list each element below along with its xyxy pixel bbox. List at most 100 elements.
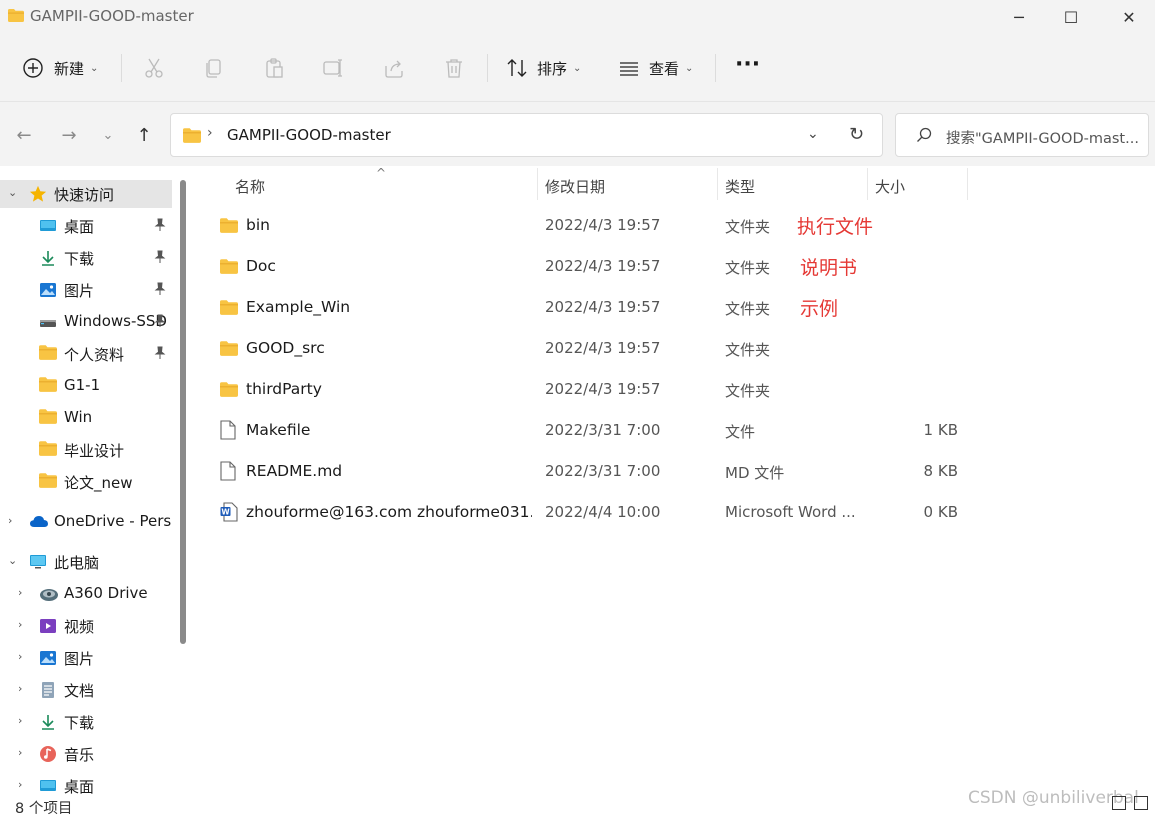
sidebar-item-label: A360 Drive xyxy=(64,584,148,602)
file-size: 1 KB xyxy=(923,421,958,439)
rename-icon xyxy=(323,59,342,77)
file-modified-date: 2022/4/3 19:57 xyxy=(545,339,661,357)
scissors-icon xyxy=(145,58,163,78)
recent-locations-button[interactable]: ⌄ xyxy=(95,122,121,148)
chevron-right-icon[interactable]: › xyxy=(18,714,30,727)
address-bar[interactable]: › GAMPII-GOOD-master ⌄ ↻ xyxy=(170,113,883,157)
file-row[interactable]: GOOD_src 2022/4/3 19:57 文件夹 xyxy=(214,331,1144,367)
chevron-right-icon[interactable]: › xyxy=(18,650,30,663)
column-header-size[interactable]: 大小 xyxy=(875,176,905,197)
folder-icon xyxy=(220,259,238,278)
minimize-button[interactable]: ─ xyxy=(994,0,1044,34)
sidebar-item[interactable]: › OneDrive - Personal xyxy=(0,508,172,536)
sidebar-item[interactable]: 个人资料 xyxy=(0,340,172,368)
cut-button[interactable] xyxy=(143,52,165,84)
sidebar-item[interactable]: › 视频 xyxy=(0,612,172,640)
refresh-icon[interactable]: ↻ xyxy=(849,124,864,145)
more-options-button[interactable]: ··· xyxy=(735,48,760,80)
sidebar-item[interactable]: 桌面 xyxy=(0,212,172,240)
file-row[interactable]: Wzhouforme@163.com zhouforme031... 2022/4… xyxy=(214,495,1144,531)
close-button[interactable]: ✕ xyxy=(1104,0,1154,34)
trash-icon xyxy=(446,59,462,78)
breadcrumb-current[interactable]: GAMPII-GOOD-master xyxy=(227,126,391,144)
file-modified-date: 2022/4/3 19:57 xyxy=(545,380,661,398)
chevron-right-icon[interactable]: › xyxy=(18,682,30,695)
folder-icon xyxy=(220,300,238,319)
folder-icon xyxy=(39,409,57,427)
tiles-view-icon[interactable] xyxy=(1134,796,1148,810)
chevron-right-icon[interactable]: › xyxy=(8,514,20,527)
column-header-type[interactable]: 类型 xyxy=(725,176,755,197)
sidebar-item[interactable]: 论文_new xyxy=(0,468,172,496)
sidebar-item-label: Win xyxy=(64,408,93,426)
arrow-left-icon: ← xyxy=(16,124,32,146)
sidebar-item[interactable]: 毕业设计 xyxy=(0,436,172,464)
file-name: zhouforme@163.com zhouforme031... xyxy=(246,503,532,521)
sidebar-item-label: Windows-SSD xyxy=(64,312,167,330)
up-button[interactable]: ↑ xyxy=(131,122,157,148)
column-header-modified[interactable]: 修改日期 xyxy=(545,176,605,197)
view-button[interactable]: 查看 ⌄ xyxy=(618,52,693,84)
pictures-icon xyxy=(39,649,57,667)
folder-icon xyxy=(183,128,201,143)
sidebar-item[interactable]: › 音乐 xyxy=(0,740,172,768)
column-divider[interactable] xyxy=(717,168,718,200)
file-row[interactable]: README.md 2022/3/31 7:00 MD 文件 8 KB xyxy=(214,454,1144,490)
copy-button[interactable] xyxy=(203,52,225,84)
sidebar-item[interactable]: Win xyxy=(0,404,172,432)
file-row[interactable]: Makefile 2022/3/31 7:00 文件 1 KB xyxy=(214,413,1144,449)
search-box[interactable]: 搜索"GAMPII-GOOD-mast... xyxy=(895,113,1149,157)
sidebar-item[interactable]: G1-1 xyxy=(0,372,172,400)
file-name: README.md xyxy=(246,462,343,480)
item-count: 8 个项目 xyxy=(15,801,73,817)
sidebar-item[interactable]: › 图片 xyxy=(0,644,172,672)
folder-icon xyxy=(39,473,57,491)
folder-icon xyxy=(39,345,57,363)
sidebar-item[interactable]: › A360 Drive xyxy=(0,580,172,608)
breadcrumb-chevron-icon[interactable]: › xyxy=(207,125,213,141)
chevron-right-icon[interactable]: › xyxy=(18,778,30,791)
view-lines-icon xyxy=(620,62,638,76)
file-row[interactable]: thirdParty 2022/4/3 19:57 文件夹 xyxy=(214,372,1144,408)
sidebar-item[interactable]: 下载 xyxy=(0,244,172,272)
chevron-down-icon[interactable]: ⌄ xyxy=(8,186,20,199)
chevron-right-icon[interactable]: › xyxy=(18,586,30,599)
chevron-down-icon: ⌄ xyxy=(102,127,114,143)
sidebar-item[interactable]: › 桌面 xyxy=(0,772,172,796)
column-divider[interactable] xyxy=(967,168,968,200)
file-row[interactable]: Example_Win 2022/4/3 19:57 文件夹 示例 xyxy=(214,290,1144,326)
column-header-name[interactable]: 名称 xyxy=(235,176,265,197)
paste-button[interactable] xyxy=(263,52,285,84)
file-row[interactable]: bin 2022/4/3 19:57 文件夹 执行文件 xyxy=(214,208,1144,244)
sort-button[interactable]: 排序 ⌄ xyxy=(506,52,581,84)
file-row[interactable]: Doc 2022/4/3 19:57 文件夹 说明书 xyxy=(214,249,1144,285)
address-dropdown-icon[interactable]: ⌄ xyxy=(807,126,819,142)
pin-icon xyxy=(154,346,166,363)
chevron-right-icon[interactable]: › xyxy=(18,746,30,759)
forward-button[interactable]: → xyxy=(56,122,82,148)
sidebar-item[interactable]: › 文档 xyxy=(0,676,172,704)
rename-button[interactable] xyxy=(323,52,345,84)
sidebar-item-label: 桌面 xyxy=(64,218,95,236)
desktop-icon xyxy=(39,777,57,795)
chevron-right-icon[interactable]: › xyxy=(18,618,30,631)
chevron-down-icon[interactable]: ⌄ xyxy=(8,554,20,567)
sidebar-item[interactable]: 图片 xyxy=(0,276,172,304)
delete-button[interactable] xyxy=(443,52,465,84)
new-button[interactable]: 新建 ⌄ xyxy=(22,52,98,84)
share-button[interactable] xyxy=(383,52,405,84)
details-view-icon[interactable] xyxy=(1112,796,1126,810)
column-divider[interactable] xyxy=(537,168,538,200)
sidebar-scroll-thumb[interactable] xyxy=(180,180,186,644)
sidebar-item[interactable]: ⌄ 快速访问 xyxy=(0,180,172,208)
file-icon xyxy=(220,461,236,485)
file-name: Doc xyxy=(246,257,276,275)
column-divider[interactable] xyxy=(867,168,868,200)
share-icon xyxy=(385,60,403,78)
sidebar-item[interactable]: ⌄ 此电脑 xyxy=(0,548,172,576)
sidebar-item[interactable]: › 下载 xyxy=(0,708,172,736)
sidebar-item[interactable]: Windows-SSD xyxy=(0,308,172,336)
maximize-button[interactable]: ☐ xyxy=(1046,0,1096,34)
back-button[interactable]: ← xyxy=(11,122,37,148)
file-modified-date: 2022/3/31 7:00 xyxy=(545,462,661,480)
